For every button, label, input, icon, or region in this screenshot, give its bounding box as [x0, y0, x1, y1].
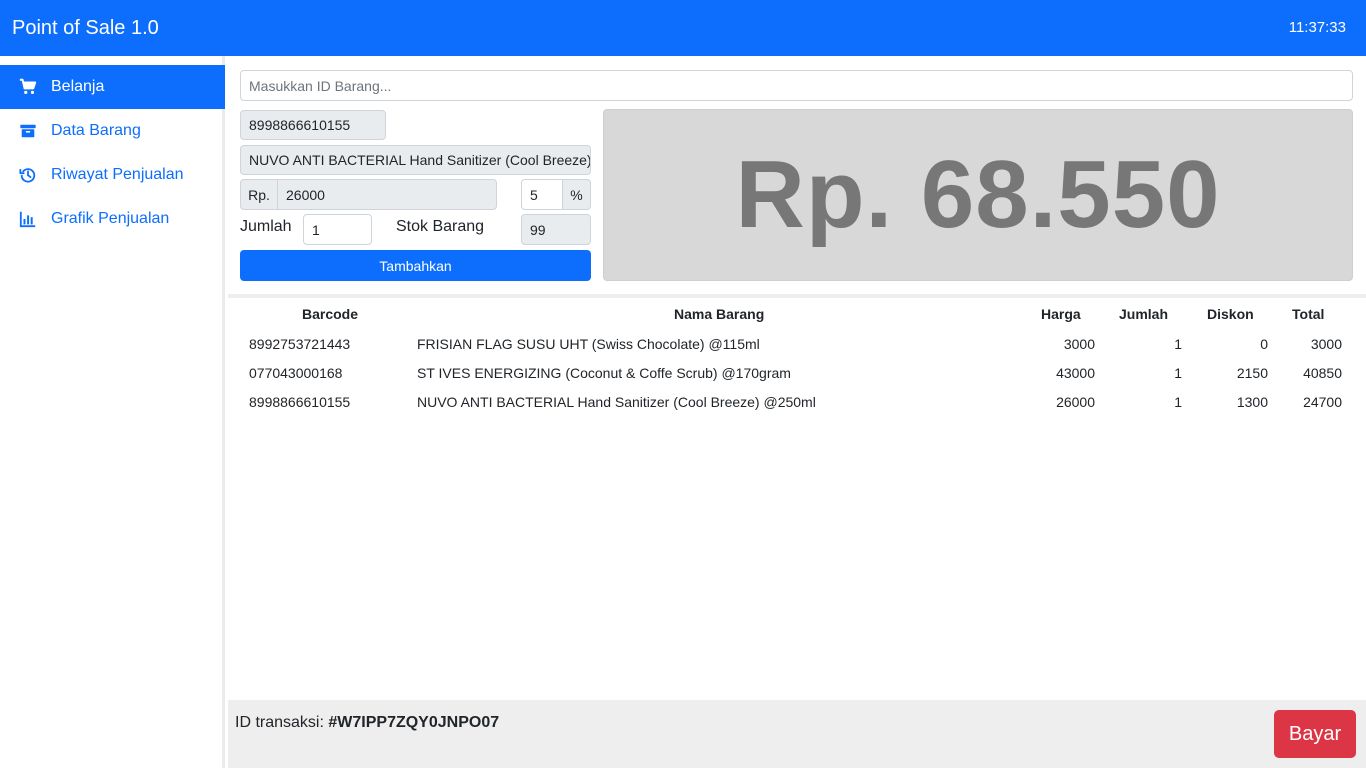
sidebar-item-data-barang[interactable]: Data Barang [0, 109, 225, 153]
footer-bar: ID transaksi: #W7IPP7ZQY0JNPO07 Bayar [228, 700, 1366, 768]
cell-diskon: 1300 [1236, 394, 1268, 410]
discount-input[interactable]: 5 [521, 179, 563, 210]
transaction-label: ID transaksi: [235, 714, 324, 731]
cell-diskon: 0 [1260, 336, 1268, 352]
qty-label: Jumlah [240, 218, 292, 235]
cell-harga: 3000 [1063, 336, 1095, 352]
price-prefix: Rp. [240, 179, 278, 210]
cell-barcode: 8998866610155 [249, 394, 351, 410]
discount-suffix: % [562, 179, 591, 210]
add-item-button[interactable]: Tambahkan [240, 250, 591, 281]
barcode-value: 8998866610155 [249, 117, 351, 133]
stock-field: 99 [521, 214, 591, 245]
total-display: Rp. 68.550 [603, 109, 1353, 281]
cell-jumlah: 1 [1174, 394, 1182, 410]
cell-nama-barang: NUVO ANTI BACTERIAL Hand Sanitizer (Cool… [417, 394, 816, 410]
cell-harga: 26000 [1056, 394, 1095, 410]
cart-icon [19, 78, 37, 96]
cell-barcode: 077043000168 [249, 365, 343, 381]
history-icon [19, 166, 37, 184]
sidebar-item-label: Grafik Penjualan [51, 210, 170, 227]
cell-total: 40850 [1303, 365, 1342, 381]
main-content: Masukkan ID Barang... 8998866610155 NUVO… [228, 56, 1366, 768]
barcode-field: 8998866610155 [240, 110, 386, 140]
cell-total: 24700 [1303, 394, 1342, 410]
sidebar-item-label: Belanja [51, 78, 105, 95]
discount-value: 5 [530, 186, 538, 203]
column-header-nama-barang: Nama Barang [674, 306, 765, 322]
stock-value: 99 [530, 221, 546, 238]
qty-value: 1 [312, 221, 320, 238]
clock: 11:37:33 [1288, 19, 1346, 36]
cell-nama-barang: ST IVES ENERGIZING (Coconut & Coffe Scru… [417, 365, 791, 381]
transaction-id: #W7IPP7ZQY0JNPO07 [328, 714, 500, 731]
transaction-info: ID transaksi: #W7IPP7ZQY0JNPO07 [235, 714, 499, 732]
archive-box-icon [19, 122, 37, 140]
column-header-diskon: Diskon [1207, 306, 1254, 322]
cell-harga: 43000 [1056, 365, 1095, 381]
top-navbar: Point of Sale 1.0 11:37:33 [0, 0, 1366, 56]
cell-barcode: 8992753721443 [249, 336, 351, 352]
search-input[interactable]: Masukkan ID Barang... [240, 70, 1353, 101]
sidebar-item-riwayat-penjualan[interactable]: Riwayat Penjualan [0, 153, 225, 197]
sidebar-item-grafik-penjualan[interactable]: Grafik Penjualan [0, 197, 225, 241]
bar-chart-icon [19, 210, 37, 228]
qty-input[interactable]: 1 [303, 214, 372, 245]
product-name-value: NUVO ANTI BACTERIAL Hand Sanitizer (Cool… [249, 152, 591, 168]
column-header-total: Total [1292, 306, 1325, 322]
cell-nama-barang: FRISIAN FLAG SUSU UHT (Swiss Chocolate) … [417, 336, 760, 352]
column-header-jumlah: Jumlah [1119, 306, 1169, 322]
search-placeholder: Masukkan ID Barang... [249, 77, 392, 94]
pay-button[interactable]: Bayar [1274, 710, 1356, 758]
column-header-barcode: Barcode [302, 306, 359, 322]
section-divider [228, 294, 1366, 298]
sidebar-item-label: Data Barang [51, 122, 141, 139]
stock-label: Stok Barang [396, 218, 485, 235]
cell-total: 3000 [1310, 336, 1342, 352]
cell-jumlah: 1 [1174, 365, 1182, 381]
price-field: 26000 [277, 179, 497, 210]
app-title: Point of Sale 1.0 [12, 17, 159, 39]
product-name-field: NUVO ANTI BACTERIAL Hand Sanitizer (Cool… [240, 145, 591, 175]
price-value: 26000 [286, 186, 325, 203]
cell-diskon: 2150 [1236, 365, 1268, 381]
total-amount: Rp. 68.550 [735, 141, 1221, 248]
cell-jumlah: 1 [1174, 336, 1182, 352]
column-header-harga: Harga [1041, 306, 1081, 322]
sidebar: Belanja Data Barang Riwayat Penjualan Gr… [0, 56, 225, 768]
sidebar-item-belanja[interactable]: Belanja [0, 65, 225, 109]
sidebar-item-label: Riwayat Penjualan [51, 166, 184, 183]
